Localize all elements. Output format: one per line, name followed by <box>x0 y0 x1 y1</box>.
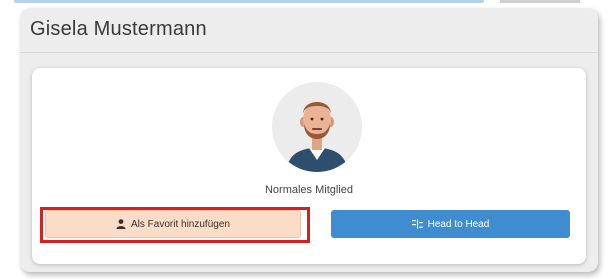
add-favorite-button[interactable]: Als Favorit hinzufügen <box>45 210 301 238</box>
top-edge-line <box>14 0 484 3</box>
man-avatar-icon <box>272 82 362 172</box>
top-edge-line-gray <box>500 0 580 3</box>
add-favorite-label: Als Favorit hinzufügen <box>131 218 230 230</box>
profile-card: Normales Mitglied Als Favorit hinzufügen… <box>32 68 586 264</box>
member-name: Gisela Mustermann <box>30 18 207 40</box>
head-to-head-button[interactable]: Head to Head <box>331 210 570 238</box>
user-icon <box>116 219 126 229</box>
membership-role: Normales Mitglied <box>264 184 354 196</box>
compare-icon <box>411 219 423 229</box>
top-edge-strip <box>0 0 616 4</box>
avatar <box>272 82 362 172</box>
head-to-head-label: Head to Head <box>427 218 490 230</box>
profile-panel: Gisela Mustermann Normales Mitglied Als … <box>20 8 598 272</box>
panel-header: Gisela Mustermann <box>20 8 598 53</box>
